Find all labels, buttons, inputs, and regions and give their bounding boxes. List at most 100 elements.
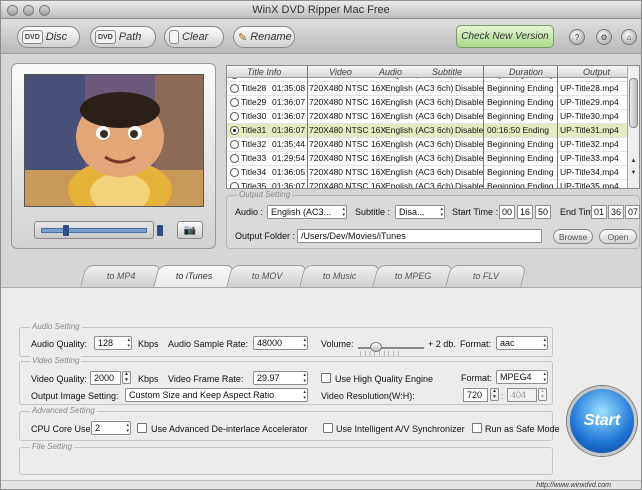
output-image-setting-label: Output Image Setting:: [31, 391, 119, 401]
video-resolution-label: Video Resolution(W:H):: [321, 391, 415, 401]
help-icon[interactable]: ?: [569, 29, 585, 45]
title-list-scrollbar[interactable]: ▲ ▼: [627, 66, 639, 188]
zoom-window-button[interactable]: [39, 5, 50, 16]
start-marker-handle[interactable]: [63, 225, 69, 236]
settings-icon[interactable]: ⚙: [596, 29, 612, 45]
title-radio[interactable]: [230, 140, 239, 149]
clear-button[interactable]: Clear: [164, 26, 224, 48]
table-row[interactable]: Title29 01:36:07 720X480 NTSC 16X9 English …: [227, 96, 627, 110]
header-duration[interactable]: Duration: [509, 67, 543, 77]
audio-quality-select[interactable]: 128: [94, 336, 132, 350]
table-row[interactable]: Title31 01:36:07 720X480 NTSC 16X9 English …: [227, 124, 627, 138]
safe-mode-checkbox[interactable]: [472, 423, 482, 433]
tab-to-mpeg[interactable]: to MPEG: [372, 265, 454, 287]
start-time-hours[interactable]: 00: [499, 205, 515, 219]
home-icon[interactable]: ⌂: [621, 29, 637, 45]
title-video: 720X480 NTSC 16X9: [309, 153, 385, 163]
title-radio[interactable]: [230, 112, 239, 121]
output-folder-field[interactable]: /Users/Dev/Movies/iTunes: [297, 229, 542, 243]
file-setting-legend: File Setting: [30, 442, 75, 451]
table-row[interactable]: Title34 01:36:05 720X480 NTSC 16X9 English …: [227, 166, 627, 180]
title-duration: Beginning Ending: [487, 83, 554, 93]
tab-to-flv[interactable]: to FLV: [445, 265, 527, 287]
video-width-field[interactable]: 720: [463, 388, 488, 402]
title-name: Title31: [241, 125, 267, 135]
preview-range-slider[interactable]: [34, 221, 163, 239]
scroll-up-arrow-icon[interactable]: ▲: [628, 158, 639, 167]
website-link[interactable]: http://www.winxdvd.com: [536, 482, 611, 489]
title-subtitle: Disabled: [455, 153, 483, 163]
scrollbar-thumb[interactable]: [629, 78, 638, 128]
title-output: UP-Title35.mp4: [560, 181, 619, 189]
end-time-hours[interactable]: 01: [591, 205, 607, 219]
video-height-stepper[interactable]: ▲ ▼: [538, 388, 547, 401]
header-audio[interactable]: Audio: [379, 67, 402, 77]
table-row[interactable]: Title30 01:36:07 720X480 NTSC 16X9 English …: [227, 110, 627, 124]
deinterlace-checkbox[interactable]: [137, 423, 147, 433]
audio-format-label: Format:: [460, 339, 492, 349]
title-radio[interactable]: [230, 154, 239, 163]
path-button[interactable]: DVD Path: [90, 26, 156, 48]
header-subtitle[interactable]: Subtitle: [432, 67, 462, 77]
browse-button[interactable]: Browse: [553, 229, 593, 244]
end-time-minutes[interactable]: 36: [608, 205, 624, 219]
close-window-button[interactable]: [7, 5, 18, 16]
tab-to-mov[interactable]: to MOV: [226, 265, 308, 287]
check-new-version-button[interactable]: Check New Version: [456, 25, 554, 48]
title-radio[interactable]: [230, 168, 239, 177]
video-frame-rate-select[interactable]: 29.97: [253, 371, 308, 385]
end-marker-handle[interactable]: [157, 225, 163, 236]
title-audio: English (AC3 6ch): [385, 167, 454, 177]
high-quality-engine-checkbox[interactable]: [321, 373, 331, 383]
audio-format-select[interactable]: aac: [496, 336, 548, 350]
preview-range-track: [41, 228, 147, 233]
scroll-down-arrow-icon[interactable]: ▼: [628, 170, 639, 179]
table-row[interactable]: Title35 01:36:07 720X480 NTSC 16X9 English …: [227, 180, 627, 189]
rename-button[interactable]: ✎ Rename: [233, 26, 295, 48]
subtitle-select[interactable]: Disa...: [395, 205, 445, 219]
output-image-setting-select[interactable]: Custom Size and Keep Aspect Ratio: [125, 388, 308, 402]
video-format-label: Format:: [461, 373, 493, 383]
table-row[interactable]: Title33 01:29:54 720X480 NTSC 16X9 English …: [227, 152, 627, 166]
table-row[interactable]: Title28 01:35:08 720X480 NTSC 16X9 English …: [227, 82, 627, 96]
open-button[interactable]: Open: [599, 229, 637, 244]
volume-slider[interactable]: | | | | | | | | |: [358, 342, 428, 357]
header-video[interactable]: Video: [329, 67, 352, 77]
video-quality-stepper[interactable]: ▲ ▼: [122, 371, 131, 384]
resolution-separator: :: [501, 391, 504, 401]
title-radio[interactable]: [230, 98, 239, 107]
title-radio[interactable]: [230, 182, 239, 188]
av-sync-checkbox[interactable]: [323, 423, 333, 433]
video-quality-field[interactable]: 2000: [90, 371, 121, 385]
disc-button[interactable]: DVD Disc: [17, 26, 80, 48]
audio-track-select[interactable]: English (AC3...: [267, 205, 347, 219]
header-title-info[interactable]: Title Info: [247, 67, 281, 77]
tab-label: to MPEG: [394, 271, 432, 281]
minimize-window-button[interactable]: [23, 5, 34, 16]
tab-to-itunes[interactable]: to iTunes: [153, 265, 235, 287]
cpu-core-select[interactable]: 2: [91, 421, 131, 435]
video-format-select[interactable]: MPEG4: [496, 370, 548, 384]
title-list[interactable]: Title2701:36:07720X480 NTSC 16X9English …: [226, 65, 640, 189]
title-video: 720X480 NTSC 16X9: [309, 111, 385, 121]
header-output[interactable]: Output: [583, 67, 610, 77]
start-time-minutes[interactable]: 16: [517, 205, 533, 219]
volume-label: Volume:: [321, 339, 354, 349]
title-radio[interactable]: [230, 126, 239, 135]
tab-to-music[interactable]: to Music: [299, 265, 381, 287]
title-duration: Beginning Ending: [487, 111, 554, 121]
table-row[interactable]: Title32 01:35:44 720X480 NTSC 16X9 English …: [227, 138, 627, 152]
tab-label: to iTunes: [175, 271, 213, 281]
audio-sample-rate-select[interactable]: 48000: [253, 336, 308, 350]
video-height-field[interactable]: 404: [507, 388, 537, 402]
title-audio: English (AC3 6ch): [385, 83, 454, 93]
audio-kbps-label: Kbps: [138, 339, 159, 349]
camera-icon: 📷: [183, 224, 197, 236]
video-width-stepper[interactable]: ▲ ▼: [490, 388, 499, 401]
snapshot-camera-button[interactable]: 📷: [177, 221, 203, 239]
start-time-seconds[interactable]: 50: [535, 205, 551, 219]
tab-to-mp4[interactable]: to MP4: [80, 265, 162, 287]
start-button[interactable]: Start: [567, 386, 637, 456]
end-time-seconds[interactable]: 07: [625, 205, 640, 219]
title-radio[interactable]: [230, 84, 239, 93]
